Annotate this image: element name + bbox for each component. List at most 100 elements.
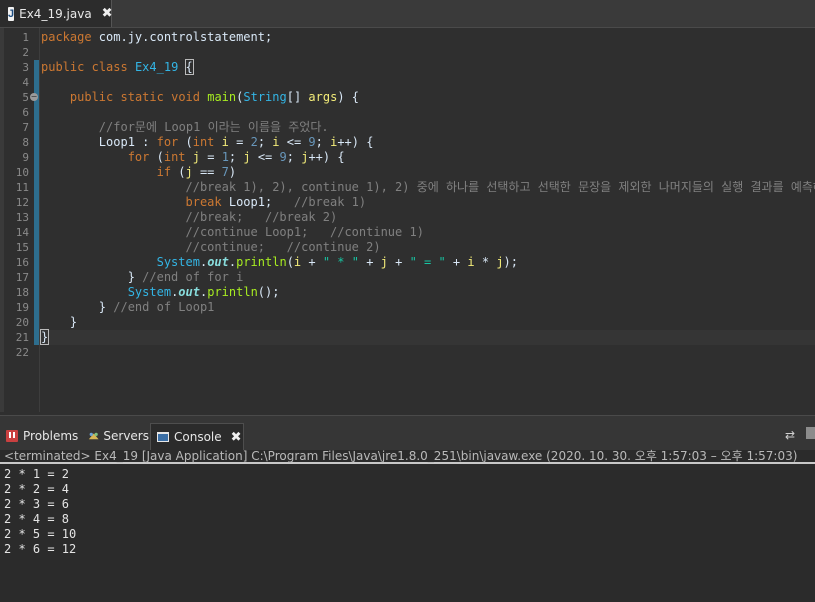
code-line[interactable]: Loop1 : for (int i = 2; i <= 9; i++) { xyxy=(41,135,815,150)
code-token: //for문에 Loop1 이라는 이름을 주었다. xyxy=(98,120,329,134)
console-output[interactable]: 2 * 1 = 22 * 2 = 42 * 3 = 62 * 4 = 82 * … xyxy=(4,467,76,557)
console-output-line: 2 * 4 = 8 xyxy=(4,512,70,526)
quick-diff-marker xyxy=(34,285,39,300)
tab-servers[interactable]: Servers xyxy=(83,423,149,449)
quick-diff-marker xyxy=(34,270,39,285)
code-token: <= xyxy=(250,150,280,164)
code-line[interactable]: } xyxy=(39,329,815,345)
code-token: ( xyxy=(171,165,186,179)
console-output-line: 2 * 6 = 12 xyxy=(4,542,77,556)
code-line[interactable] xyxy=(41,105,815,120)
code-token: ; xyxy=(315,135,331,149)
line-number: 6 xyxy=(22,106,29,119)
code-line[interactable] xyxy=(41,345,815,360)
code-line[interactable]: for (int j = 1; j <= 9; j++) { xyxy=(41,150,815,165)
code-token: ) { xyxy=(337,90,360,104)
quick-diff-marker xyxy=(34,210,39,225)
code-token: 7 xyxy=(221,165,229,179)
code-token: println xyxy=(236,255,287,269)
code-line[interactable]: //break 1), 2), continue 1), 2) 중에 하나를 선… xyxy=(41,180,815,195)
line-number: 12 xyxy=(15,196,29,209)
pin-console-icon[interactable]: ⇄ xyxy=(785,428,795,442)
code-token: i xyxy=(221,135,229,149)
code-line[interactable]: System.out.println(); xyxy=(41,285,815,300)
code-line[interactable]: } //end of Loop1 xyxy=(41,300,815,315)
tab-problems[interactable]: Problems xyxy=(0,423,80,449)
code-token: j xyxy=(496,255,504,269)
console-status-line: <terminated> Ex4_19 [Java Application] C… xyxy=(0,449,815,464)
fold-collapse-icon[interactable]: − xyxy=(30,93,38,101)
editor-tab-label: Ex4_19.java xyxy=(19,6,92,21)
code-token: } xyxy=(41,315,78,329)
line-number: 20 xyxy=(15,316,29,329)
line-number: 11 xyxy=(15,181,29,194)
console-menu-icon[interactable] xyxy=(806,427,815,439)
code-line[interactable]: //continue Loop1; //continue 1) xyxy=(41,225,815,240)
code-token: ; xyxy=(257,135,273,149)
quick-diff-marker xyxy=(34,225,39,240)
code-token: } xyxy=(41,300,114,314)
editor-tab-ex4-19[interactable]: J Ex4_19.java ✖ xyxy=(0,0,113,27)
code-line[interactable]: //continue; //continue 2) xyxy=(41,240,815,255)
code-line[interactable]: public static void main(String[] args) { xyxy=(41,90,815,105)
code-token: ; xyxy=(286,150,302,164)
quick-diff-marker xyxy=(34,330,39,345)
code-token: com.jy.controlstatement; xyxy=(91,30,273,44)
quick-diff-marker xyxy=(34,195,39,210)
code-token: + xyxy=(387,255,410,269)
tab-console-label: Console xyxy=(174,430,222,444)
line-number: 5 xyxy=(22,91,29,104)
tab-console[interactable]: Console ✖ xyxy=(150,423,244,450)
code-token: { xyxy=(184,59,194,75)
line-number: 16 xyxy=(15,256,29,269)
code-token: = xyxy=(200,150,222,164)
problems-icon xyxy=(6,430,18,442)
code-line[interactable]: System.out.println(i + " * " + j + " = "… xyxy=(41,255,815,270)
code-token: println xyxy=(207,285,258,299)
line-number: 19 xyxy=(15,301,29,314)
code-token: ( xyxy=(178,135,193,149)
quick-diff-marker xyxy=(34,165,39,180)
code-line[interactable]: } xyxy=(41,315,815,330)
code-line[interactable]: break Loop1; //break 1) xyxy=(41,195,815,210)
code-line[interactable] xyxy=(41,45,815,60)
code-token: //continue Loop1; //continue 1) xyxy=(185,225,424,239)
console-panel: Problems Servers Console ✖ ⇄ <terminated… xyxy=(0,415,815,602)
line-number: 2 xyxy=(22,46,29,59)
code-token: if xyxy=(156,165,172,179)
code-token: System xyxy=(127,285,172,299)
code-token: " = " xyxy=(409,255,446,269)
console-output-line: 2 * 2 = 4 xyxy=(4,482,70,496)
code-token: package xyxy=(41,30,92,44)
code-token: class xyxy=(91,60,128,74)
code-token: * xyxy=(474,255,497,269)
code-token: + xyxy=(445,255,468,269)
close-icon[interactable]: ✖ xyxy=(102,6,113,21)
line-number: 8 xyxy=(22,136,29,149)
code-token: int xyxy=(192,135,215,149)
java-file-icon: J xyxy=(8,6,15,21)
close-icon[interactable]: ✖ xyxy=(231,430,242,445)
code-line[interactable]: } //end of for i xyxy=(41,270,815,285)
code-line[interactable]: public class Ex4_19 { xyxy=(41,59,815,75)
code-token: == xyxy=(192,165,222,179)
code-line[interactable]: //break; //break 2) xyxy=(41,210,815,225)
console-output-line: 2 * 1 = 2 xyxy=(4,467,70,481)
code-line[interactable]: //for문에 Loop1 이라는 이름을 주었다. xyxy=(41,120,815,135)
code-editor[interactable]: 1 2 3 4 5−6 7 8 9 10 11 12 13 14 15 16 17 18 19 20 21 22 pac… xyxy=(0,28,815,412)
line-number: 15 xyxy=(15,241,29,254)
code-token: " * " xyxy=(322,255,359,269)
line-number: 21 xyxy=(15,331,29,344)
line-number: 18 xyxy=(15,286,29,299)
code-line[interactable] xyxy=(41,75,815,90)
code-line[interactable]: package com.jy.controlstatement; xyxy=(41,30,815,45)
code-token: ++) { xyxy=(308,150,345,164)
line-number: 1 xyxy=(22,31,29,44)
code-line[interactable]: if (j == 7) xyxy=(41,165,815,180)
quick-diff-marker xyxy=(34,120,39,135)
